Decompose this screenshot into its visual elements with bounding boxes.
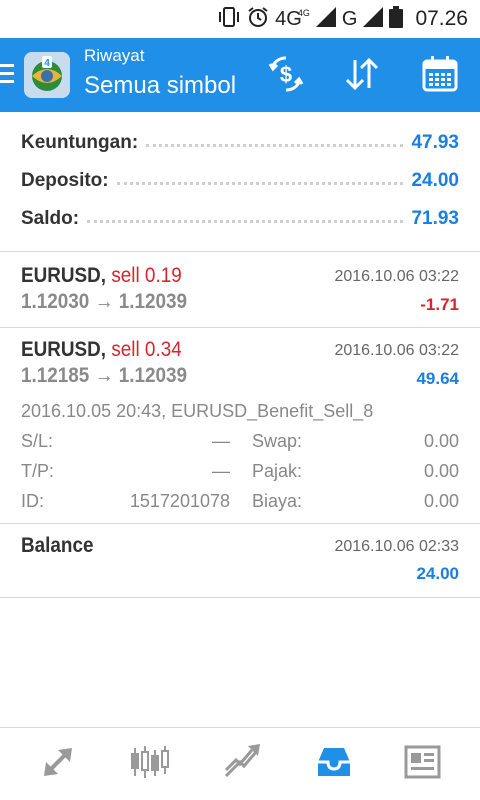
chart-icon	[128, 742, 172, 787]
nav-trade[interactable]	[218, 740, 266, 788]
deal-symbol: EURUSD, sell 0.19	[21, 264, 182, 287]
deal-time: 2016.10.06 02:33	[334, 538, 459, 555]
dotted-leader	[146, 143, 404, 147]
calendar-icon	[420, 54, 460, 99]
deal-open-info: 2016.10.05 20:43, EURUSD_Benefit_Sell_8	[21, 401, 374, 421]
id-label: ID:	[21, 491, 45, 511]
summary-row-deposit: Deposito: 24.00	[21, 163, 459, 199]
deal-time: 2016.10.06 03:22	[334, 342, 459, 359]
alarm-icon	[247, 6, 269, 33]
id-value: 1517201078	[129, 491, 230, 511]
page-title: Riwayat	[84, 46, 145, 65]
dotted-leader	[87, 219, 404, 223]
sl-label: S/L:	[21, 431, 54, 451]
dotted-leader	[116, 181, 404, 185]
deal-symbol: Balance	[21, 534, 94, 557]
swap-label: Swap:	[252, 431, 303, 451]
deal-profit: 49.64	[416, 369, 459, 388]
summary-label: Deposito:	[21, 170, 109, 191]
fee-value: 0.00	[423, 491, 459, 511]
symbol-filter[interactable]: Semua simbol	[84, 72, 236, 100]
status-icons: 4G4G G 07.26	[217, 0, 468, 38]
summary-row-profit: Keuntungan: 47.93	[21, 125, 459, 161]
nav-quotes[interactable]	[34, 740, 82, 788]
nav-history[interactable]	[310, 740, 358, 788]
vibrate-icon	[217, 6, 241, 33]
summary-value: 24.00	[411, 170, 459, 191]
nav-news[interactable]	[398, 740, 446, 788]
calendar-button[interactable]	[418, 54, 462, 98]
sl-value: —	[212, 431, 230, 451]
nav-chart[interactable]	[126, 740, 174, 788]
app-bar: 4 Riwayat Semua simbol $	[0, 38, 480, 112]
svg-text:4: 4	[44, 58, 50, 69]
deal-prices: 1.12030 → 1.12039	[21, 290, 188, 313]
tp-value: —	[212, 461, 230, 481]
svg-text:$: $	[280, 62, 292, 87]
deal-row-expanded[interactable]: EURUSD, sell 0.34 2016.10.06 03:22 1.121…	[0, 328, 480, 524]
news-icon	[402, 742, 442, 787]
currency-exchange-icon: $	[266, 54, 306, 99]
network-type-1: 4G4G	[275, 7, 310, 30]
deal-row[interactable]: EURUSD, sell 0.19 2016.10.06 03:22 1.120…	[0, 252, 480, 328]
history-icon	[314, 742, 354, 787]
deal-profit: -1.71	[420, 295, 459, 314]
clock: 07.26	[415, 7, 468, 30]
status-bar: 4G4G G 07.26	[0, 0, 480, 38]
fee-label: Biaya:	[252, 491, 303, 511]
tp-label: T/P:	[21, 461, 55, 481]
deal-symbol: EURUSD, sell 0.34	[21, 338, 182, 361]
deal-type: sell 0.34	[111, 338, 182, 361]
summary-value: 47.93	[411, 132, 459, 153]
deal-filter-button[interactable]: $	[264, 54, 308, 98]
deal-prices: 1.12185 → 1.12039	[21, 364, 188, 387]
sort-button[interactable]	[340, 54, 384, 98]
summary-label: Keuntungan:	[21, 132, 139, 153]
summary-label: Saldo:	[21, 208, 80, 229]
metatrader-logo[interactable]: 4	[24, 52, 70, 98]
deal-profit: 24.00	[416, 564, 459, 583]
sort-arrows-icon	[342, 54, 382, 99]
quotes-icon	[38, 742, 78, 787]
tax-value: 0.00	[423, 461, 459, 481]
balance-row[interactable]: Balance 2016.10.06 02:33 24.00	[0, 524, 480, 598]
battery-icon	[389, 5, 404, 33]
deal-type: sell 0.19	[111, 264, 182, 287]
menu-icon[interactable]	[0, 64, 14, 86]
signal-icon	[315, 6, 336, 32]
signal-icon-2	[363, 6, 384, 32]
summary-row-balance: Saldo: 71.93	[21, 201, 459, 237]
network-type-2: G	[341, 7, 358, 30]
bottom-navigation	[0, 727, 480, 800]
screen: 4G4G G 07.26 4 Riwayat Semua simbol $ Ke…	[0, 0, 480, 800]
trade-icon	[222, 742, 262, 787]
deal-time: 2016.10.06 03:22	[334, 268, 459, 285]
swap-value: 0.00	[423, 431, 459, 451]
tax-label: Pajak:	[252, 461, 303, 481]
summary-value: 71.93	[411, 208, 459, 229]
account-summary: Keuntungan: 47.93 Deposito: 24.00 Saldo:…	[0, 112, 480, 252]
